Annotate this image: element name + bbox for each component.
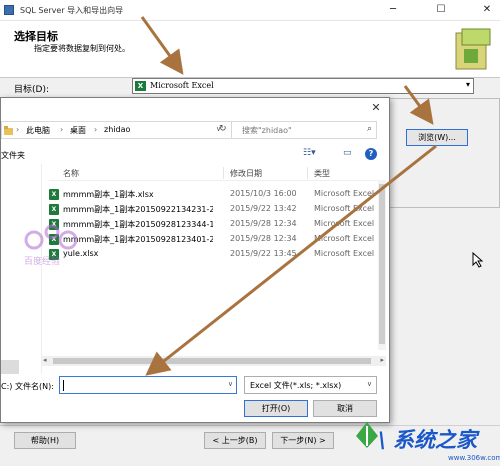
mouse-pointer-icon bbox=[472, 252, 484, 268]
file-type: Microsoft Excel bbox=[314, 234, 375, 243]
horizontal-scrollbar[interactable]: ◂ ▸ bbox=[41, 356, 386, 366]
text-caret bbox=[63, 380, 64, 391]
file-name: mmmm副本_1副本20150922134231-2... bbox=[63, 205, 213, 214]
close-icon[interactable]: ✕ bbox=[480, 3, 494, 17]
search-input[interactable]: 搜索"zhidao" ⌕ bbox=[231, 121, 377, 139]
back-button[interactable]: < 上一步(B) bbox=[204, 432, 266, 449]
file-date: 2015/9/28 12:34 bbox=[230, 234, 297, 243]
file-name: mmmm副本_1副本.xlsx bbox=[63, 190, 154, 199]
wizard-header: 选择目标 指定要将数据复制到何处。 bbox=[0, 21, 500, 78]
destination-label: 目标(D): bbox=[14, 85, 49, 95]
wizard-logo-icon bbox=[455, 28, 491, 70]
scroll-left-icon[interactable]: ◂ bbox=[43, 356, 47, 364]
search-icon[interactable]: ⌕ bbox=[367, 124, 372, 134]
maximize-icon[interactable]: ☐ bbox=[434, 3, 448, 17]
file-row[interactable]: X mmmm副本_1副本.xlsx 2015/10/3 16:00 Micros… bbox=[49, 187, 381, 202]
scrollbar-thumb[interactable] bbox=[379, 184, 385, 344]
window-title: SQL Server 导入和导出向导 bbox=[20, 6, 124, 15]
minimize-icon[interactable]: ─ bbox=[386, 3, 400, 17]
page-subtitle: 指定要将数据复制到何处。 bbox=[34, 44, 130, 53]
file-type: Microsoft Excel bbox=[314, 204, 375, 213]
column-header-type[interactable]: 类型 bbox=[314, 168, 330, 179]
breadcrumb-this-pc[interactable]: 此电脑 bbox=[26, 125, 50, 136]
breadcrumb-desktop[interactable]: 桌面 bbox=[70, 125, 86, 136]
file-date: 2015/9/22 13:42 bbox=[230, 204, 297, 213]
filetype-value: Excel 文件(*.xls; *.xlsx) bbox=[250, 381, 342, 390]
page-title: 选择目标 bbox=[14, 30, 58, 43]
breadcrumb-separator-icon: › bbox=[94, 125, 98, 134]
preview-pane-icon[interactable]: ▭ bbox=[343, 148, 352, 160]
filename-label: 文件名(N): bbox=[15, 382, 54, 391]
watermark-right-url: www.306w.com bbox=[448, 454, 500, 462]
excel-icon: X bbox=[135, 81, 146, 91]
file-type: Microsoft Excel bbox=[314, 249, 375, 258]
watermark-right-text: \ 系统之家 bbox=[378, 427, 477, 452]
folder-icon bbox=[4, 126, 13, 135]
options-panel bbox=[388, 98, 500, 208]
column-divider[interactable] bbox=[307, 167, 308, 179]
file-date: 2015/9/28 12:34 bbox=[230, 219, 297, 228]
browse-button[interactable]: 浏览(W)... bbox=[406, 129, 468, 146]
nav-drive-label[interactable]: C:) bbox=[1, 382, 12, 391]
open-button[interactable]: 打开(O) bbox=[244, 400, 308, 417]
paw-logo-icon bbox=[24, 224, 78, 250]
filename-input[interactable]: ∨ bbox=[59, 376, 237, 394]
breadcrumb-separator-icon: › bbox=[16, 125, 20, 134]
destination-value: Microsoft Excel bbox=[150, 81, 214, 90]
file-row[interactable]: X mmmm副本_1副本20150922134231-2... 2015/9/2… bbox=[49, 202, 381, 217]
nav-selected-item[interactable] bbox=[1, 360, 19, 374]
file-type: Microsoft Excel bbox=[314, 219, 375, 228]
column-divider[interactable] bbox=[223, 167, 224, 179]
chevron-down-icon[interactable]: ∨ bbox=[367, 380, 372, 388]
dialog-close-icon[interactable]: ✕ bbox=[369, 101, 383, 115]
destination-select[interactable]: X Microsoft Excel ▾ bbox=[132, 78, 474, 94]
breadcrumb-separator-icon: › bbox=[60, 125, 64, 134]
column-header-name[interactable]: 名称 bbox=[63, 168, 79, 179]
chevron-down-icon[interactable]: ▾ bbox=[466, 80, 470, 89]
refresh-icon[interactable]: ↻ bbox=[219, 124, 227, 134]
watermark-logo-left: 百度经验 bbox=[22, 220, 102, 272]
next-button[interactable]: 下一步(N) > bbox=[272, 432, 334, 449]
folder-button[interactable]: 文件夹 bbox=[1, 150, 25, 161]
file-type: Microsoft Excel bbox=[314, 189, 375, 198]
file-date: 2015/9/22 13:45 bbox=[230, 249, 297, 258]
header-divider bbox=[49, 180, 381, 181]
view-options-icon[interactable]: ☷▾ bbox=[303, 148, 316, 160]
file-date: 2015/10/3 16:00 bbox=[230, 189, 297, 198]
excel-file-icon: X bbox=[49, 189, 59, 200]
wizard-titlebar: SQL Server 导入和导出向导 ─ ☐ ✕ bbox=[0, 0, 500, 21]
scroll-right-icon[interactable]: ▸ bbox=[380, 356, 384, 364]
column-header-date[interactable]: 修改日期 bbox=[230, 168, 262, 179]
help-button[interactable]: 帮助(H) bbox=[14, 432, 76, 449]
excel-file-icon: X bbox=[49, 204, 59, 215]
scrollbar-thumb[interactable] bbox=[53, 358, 371, 364]
watermark-left-text: 百度经验 bbox=[24, 257, 61, 267]
chevron-down-icon[interactable]: ∨ bbox=[228, 380, 233, 388]
watermark-logo-right: \ 系统之家 www.306w.com bbox=[352, 422, 500, 465]
help-icon[interactable]: ? bbox=[365, 148, 377, 160]
sql-server-app-icon bbox=[4, 5, 14, 15]
search-placeholder: 搜索"zhidao" bbox=[242, 126, 292, 135]
vertical-scrollbar[interactable] bbox=[378, 180, 386, 350]
leaf-logo-icon bbox=[356, 422, 378, 448]
filetype-select[interactable]: Excel 文件(*.xls; *.xlsx) ∨ bbox=[244, 376, 377, 394]
cancel-button[interactable]: 取消 bbox=[313, 400, 377, 417]
breadcrumb-zhidao[interactable]: zhidao bbox=[104, 125, 130, 134]
